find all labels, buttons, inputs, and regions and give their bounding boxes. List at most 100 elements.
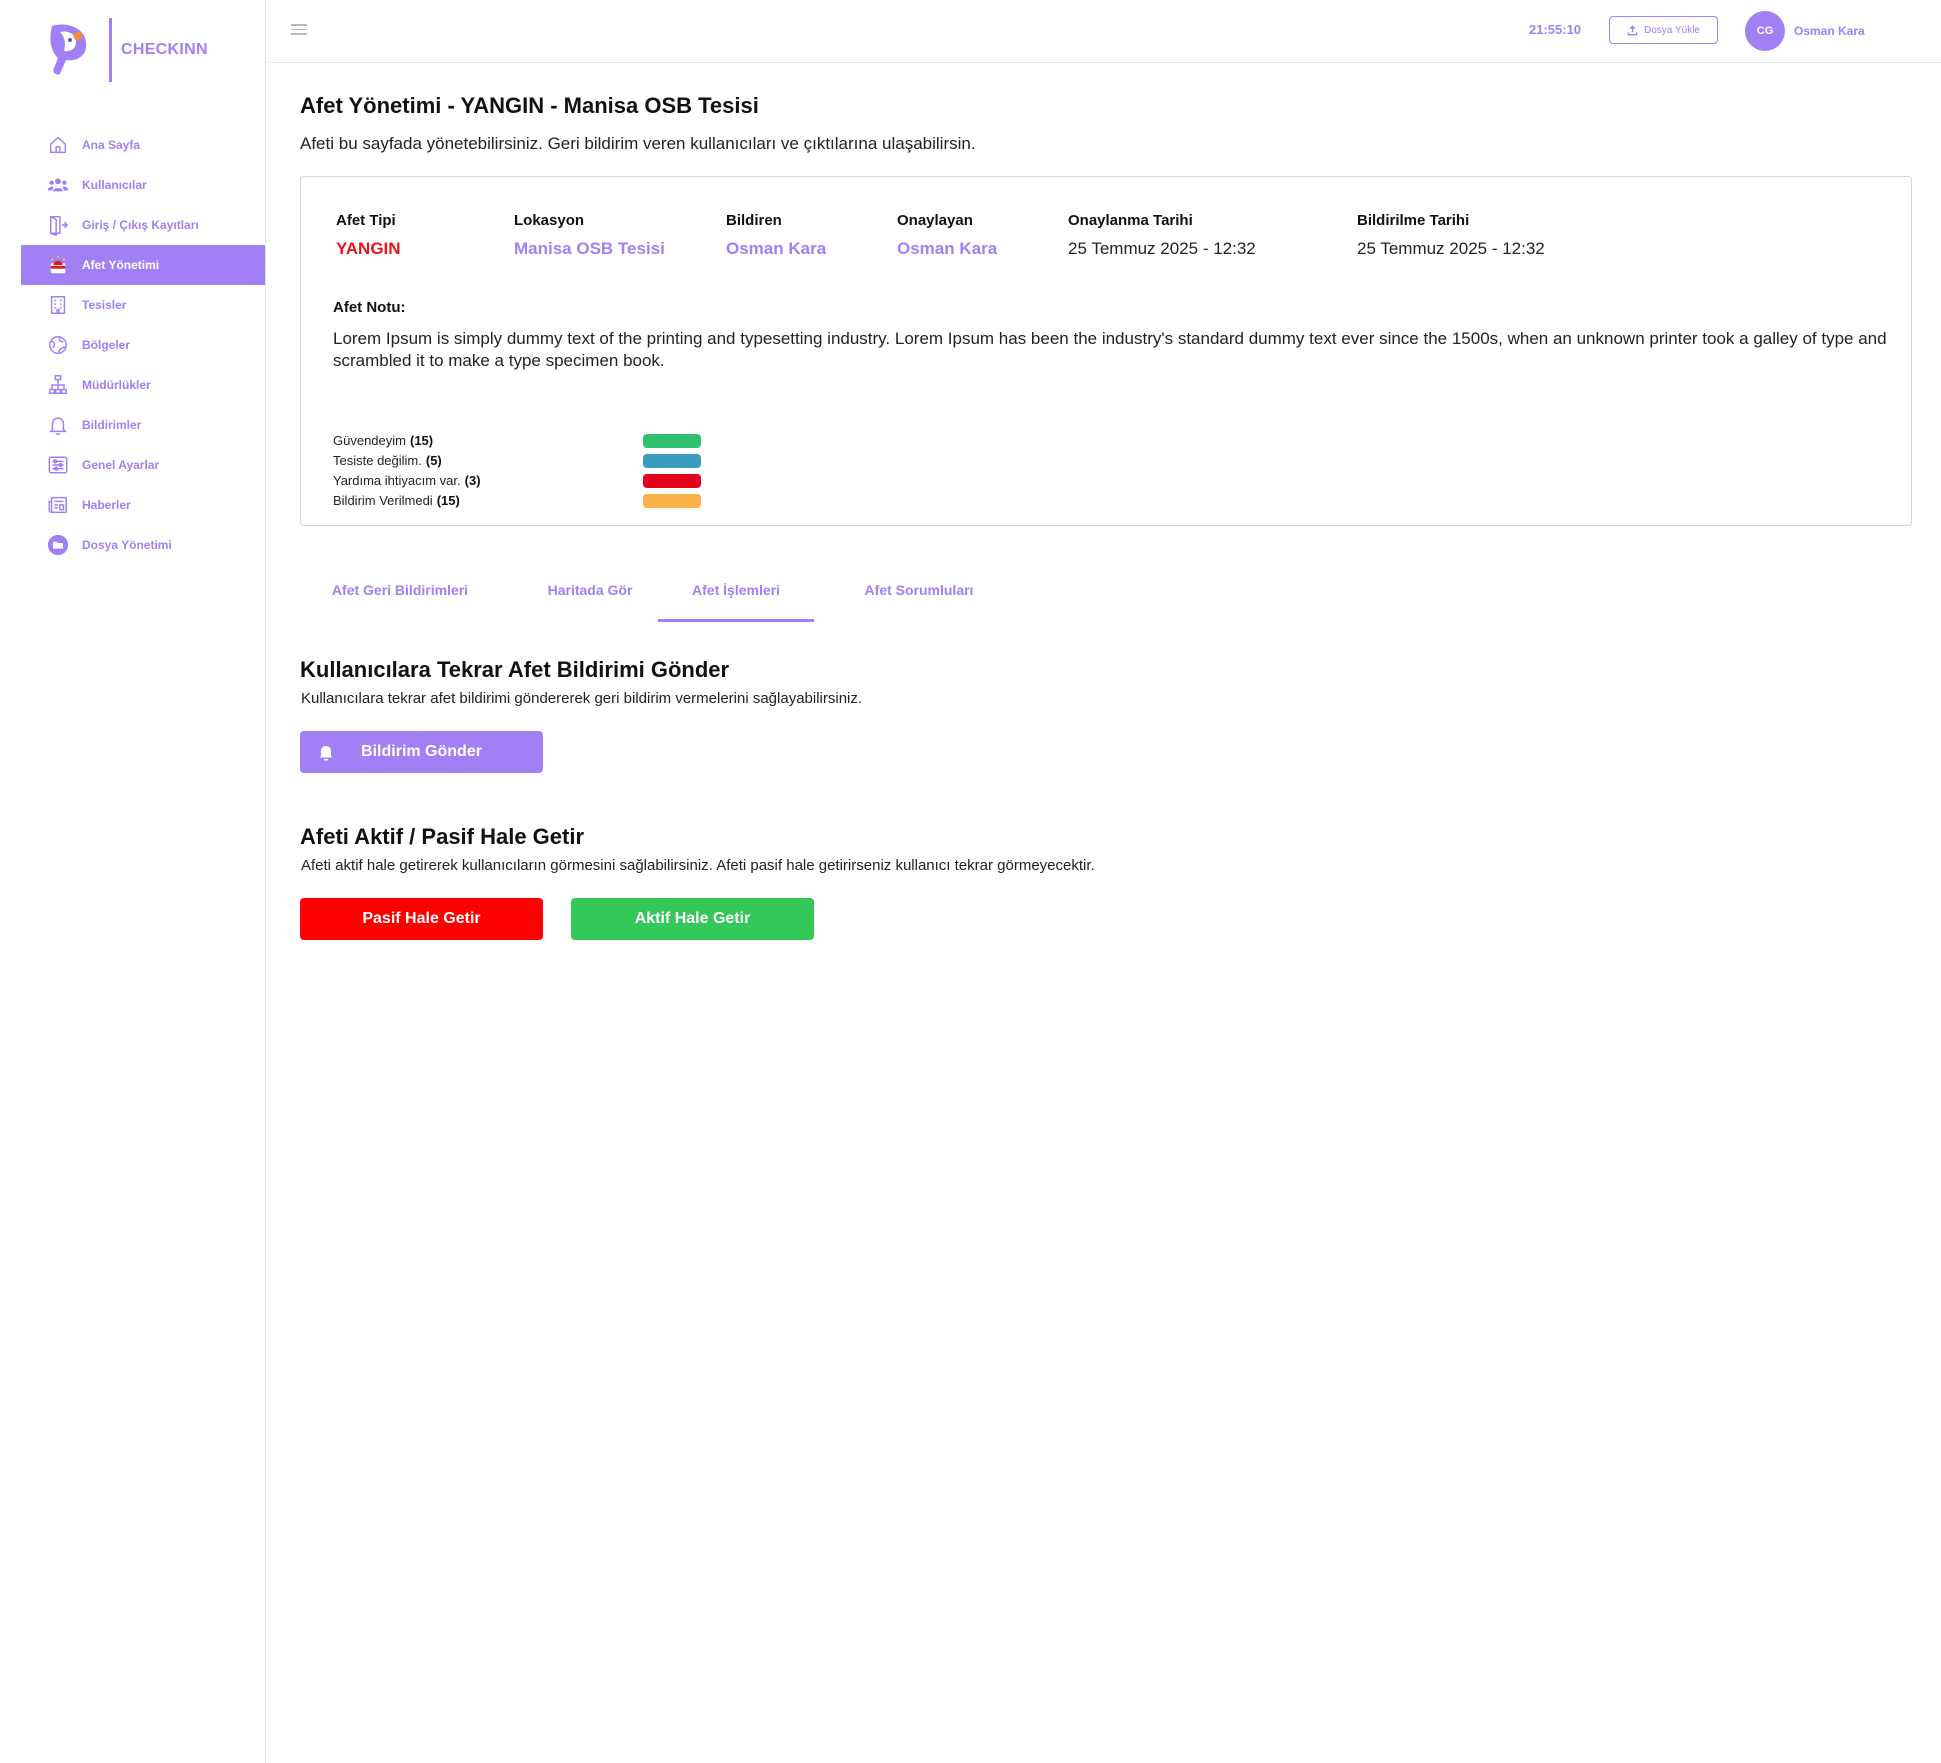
field-label: Onaylayan	[897, 212, 973, 229]
sidebar-item-kullanicilar[interactable]: Kullanıcılar	[21, 165, 265, 205]
sidebar-item-label: Kullanıcılar	[82, 178, 147, 192]
field-approver: Onaylayan Osman Kara	[897, 212, 997, 259]
status-section-title: Afeti Aktif / Pasif Hale Getir	[300, 824, 585, 849]
upload-icon	[1627, 24, 1638, 35]
note-text: Lorem Ipsum is simply dummy text of the …	[333, 329, 1887, 370]
resend-section-title: Kullanıcılara Tekrar Afet Bildirimi Gönd…	[300, 657, 730, 682]
reporter-link[interactable]: Osman Kara	[726, 239, 826, 259]
brand-name: CHECKINN	[121, 41, 208, 58]
send-notification-button[interactable]: Bildirim Gönder	[300, 731, 543, 773]
tab-feedback[interactable]: Afet Geri Bildirimleri	[310, 570, 490, 622]
make-passive-button[interactable]: Pasif Hale Getir	[300, 898, 543, 940]
users-icon	[46, 173, 70, 197]
field-reporter: Bildiren Osman Kara	[726, 212, 826, 259]
sidebar-item-label: Bölgeler	[82, 338, 131, 352]
user-name[interactable]: Osman Kara	[1794, 24, 1865, 38]
disaster-details-card: Afet Tipi YANGIN Lokasyon Manisa OSB Tes…	[300, 176, 1912, 526]
legend-count: (15)	[409, 432, 434, 448]
response-legend: Güvendeyim (15) Tesiste değilim. (5) Yardı…	[333, 430, 713, 510]
sidebar-item-label: Tesisler	[82, 298, 127, 312]
disaster-type-value: YANGIN	[336, 239, 401, 258]
topbar: 21:55:10 Dosya Yükle CG Osman Kara	[267, 0, 1941, 63]
legend-count: (5)	[425, 452, 442, 468]
field-label: Lokasyon	[514, 212, 585, 229]
sidebar-item-giris-cikis[interactable]: Giriş / Çıkış Kayıtları	[21, 205, 265, 245]
field-label: Onaylanma Tarihi	[1068, 212, 1193, 229]
field-type: Afet Tipi YANGIN	[336, 212, 401, 259]
folder-icon	[46, 533, 70, 557]
sidebar-item-label: Ana Sayfa	[82, 138, 141, 152]
parrot-logo-icon	[50, 24, 87, 75]
field-label: Bildiren	[726, 212, 782, 229]
page-title: Afet Yönetimi - YANGIN - Manisa OSB Tesi…	[300, 93, 759, 118]
sidebar-item-label: Dosya Yönetimi	[82, 538, 172, 552]
approved-date-value: 25 Temmuz 2025 - 12:32	[1068, 239, 1256, 258]
sidebar-item-afet-yonetimi[interactable]: Afet Yönetimi	[21, 245, 265, 285]
legend-item-no-response: Bildirim Verilmedi (15)	[333, 490, 713, 510]
field-label: Bildirilme Tarihi	[1357, 212, 1470, 229]
legend-item-not-on-site: Tesiste değilim. (5)	[333, 450, 713, 470]
legend-swatch	[643, 434, 701, 448]
brand-logo[interactable]: CHECKINN	[46, 18, 208, 82]
sidebar-item-mudurlukler[interactable]: Müdürlükler	[21, 365, 265, 405]
legend-label: Yardıma ihtiyacım var.	[333, 472, 461, 488]
field-reported-date: Bildirilme Tarihi 25 Temmuz 2025 - 12:32	[1357, 212, 1545, 259]
disaster-tabs: Afet Geri Bildirimleri Haritada Gör Afet…	[300, 570, 1060, 622]
sliders-icon	[46, 453, 70, 477]
sidebar-item-label: Haberler	[82, 498, 131, 512]
avatar[interactable]: CG	[1745, 11, 1785, 51]
hierarchy-icon	[46, 373, 70, 397]
legend-count: (15)	[436, 492, 460, 508]
field-location: Lokasyon Manisa OSB Tesisi	[514, 212, 665, 259]
send-notification-label: Bildirim Gönder	[361, 743, 482, 760]
menu-toggle-icon[interactable]	[291, 24, 307, 36]
sidebar-item-tesisler[interactable]: Tesisler	[21, 285, 265, 325]
legend-item-need-help: Yardıma ihtiyacım var. (3)	[333, 470, 713, 490]
sidebar-item-genel-ayarlar[interactable]: Genel Ayarlar	[21, 445, 265, 485]
tab-map[interactable]: Haritada Gör	[522, 570, 658, 622]
note-label: Afet Notu:	[333, 299, 406, 316]
field-approved-date: Onaylanma Tarihi 25 Temmuz 2025 - 12:32	[1068, 212, 1256, 259]
home-icon	[46, 133, 70, 157]
approver-link[interactable]: Osman Kara	[897, 239, 997, 259]
tab-operations[interactable]: Afet İşlemleri	[658, 570, 814, 622]
bell-icon	[46, 413, 70, 437]
sidebar-item-ana-sayfa[interactable]: Ana Sayfa	[21, 125, 265, 165]
legend-label: Bildirim Verilmedi	[333, 492, 433, 508]
upload-file-button[interactable]: Dosya Yükle	[1609, 16, 1718, 44]
field-label: Afet Tipi	[336, 212, 396, 229]
legend-swatch	[643, 454, 701, 468]
sidebar-item-haberler[interactable]: Haberler	[21, 485, 265, 525]
globe-icon	[46, 333, 70, 357]
sidebar-item-bildirimler[interactable]: Bildirimler	[21, 405, 265, 445]
alarm-icon	[46, 253, 70, 277]
sidebar-item-dosya-yonetimi[interactable]: Dosya Yönetimi	[21, 525, 265, 565]
sidebar: CHECKINN Ana Sayfa Kullanıcılar Giriş / …	[0, 0, 266, 1763]
sidebar-item-label: Genel Ayarlar	[82, 458, 160, 472]
upload-button-label: Dosya Yükle	[1644, 24, 1700, 36]
make-active-button[interactable]: Aktif Hale Getir	[571, 898, 814, 940]
clock-display: 21:55:10	[1529, 22, 1582, 37]
sidebar-item-label: Afet Yönetimi	[82, 258, 160, 272]
sidebar-item-label: Bildirimler	[82, 418, 142, 432]
sidebar-item-label: Müdürlükler	[82, 378, 151, 392]
legend-count: (3)	[464, 472, 481, 488]
page-subtitle: Afeti bu sayfada yönetebilirsiniz. Geri …	[300, 134, 976, 153]
sidebar-item-label: Giriş / Çıkış Kayıtları	[82, 218, 199, 232]
legend-item-safe: Güvendeyim (15)	[333, 430, 713, 450]
location-link[interactable]: Manisa OSB Tesisi	[514, 239, 665, 259]
legend-swatch	[643, 494, 701, 508]
newspaper-icon	[46, 493, 70, 517]
legend-swatch	[643, 474, 701, 488]
legend-label: Güvendeyim	[333, 432, 406, 448]
legend-label: Tesiste değilim.	[333, 452, 422, 468]
reported-date-value: 25 Temmuz 2025 - 12:32	[1357, 239, 1545, 258]
building-icon	[46, 293, 70, 317]
bell-icon	[319, 746, 333, 761]
sidebar-item-bolgeler[interactable]: Bölgeler	[21, 325, 265, 365]
status-section-description: Afeti aktif hale getirerek kullanıcıları…	[301, 857, 1095, 874]
resend-section-description: Kullanıcılara tekrar afet bildirimi gönd…	[301, 690, 863, 707]
tab-responsibles[interactable]: Afet Sorumluları	[844, 570, 994, 622]
sidebar-nav: Ana Sayfa Kullanıcılar Giriş / Çıkış Kay…	[21, 125, 265, 565]
logo-divider	[109, 18, 112, 82]
